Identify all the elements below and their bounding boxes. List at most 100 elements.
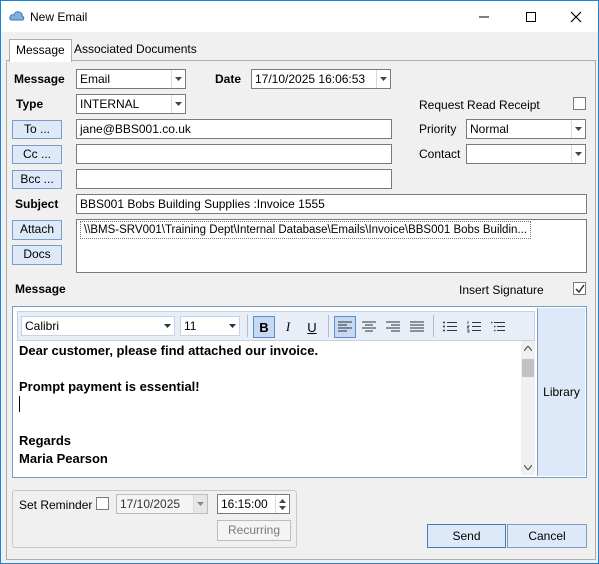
minimize-icon: [479, 16, 489, 17]
close-button[interactable]: [553, 1, 599, 32]
message-body[interactable]: Dear customer, please find attached our …: [17, 341, 520, 475]
indent-list-button[interactable]: [487, 316, 509, 338]
bullet-list-icon: [443, 321, 457, 332]
read-receipt-label: Request Read Receipt: [419, 98, 540, 112]
insert-signature-label: Insert Signature: [459, 283, 544, 297]
contact-select[interactable]: [466, 144, 586, 164]
numbered-list-icon: [467, 321, 481, 333]
title-bar: New Email: [1, 1, 598, 32]
tab-associated-documents[interactable]: Associated Documents: [68, 39, 203, 61]
cancel-button[interactable]: Cancel: [507, 524, 587, 548]
reminder-time-value: 16:15:00: [221, 497, 268, 511]
font-size-select[interactable]: 11: [180, 316, 240, 336]
priority-value: Normal: [470, 122, 509, 136]
align-right-button[interactable]: [382, 316, 404, 338]
bold-button[interactable]: B: [253, 316, 275, 338]
minimize-button[interactable]: [461, 1, 507, 32]
checkmark-icon: [574, 284, 585, 293]
close-icon: [570, 11, 582, 22]
set-reminder-label: Set Reminder: [19, 498, 93, 512]
message-line: Maria Pearson: [19, 451, 108, 466]
font-name-value: Calibri: [25, 319, 60, 333]
justify-icon: [410, 321, 424, 332]
window-title: New Email: [30, 10, 88, 24]
toolbar-divider: [433, 315, 434, 337]
underline-icon: U: [307, 319, 317, 335]
bcc-field[interactable]: [76, 169, 392, 189]
date-label: Date: [215, 72, 242, 86]
toolbar-divider: [328, 315, 329, 337]
justify-button[interactable]: [406, 316, 428, 338]
maximize-icon: [526, 11, 536, 22]
email-window: New Email Message Associated Documents M…: [0, 0, 599, 564]
message-line: [19, 360, 520, 378]
contact-label: Contact: [419, 147, 461, 161]
scroll-up-icon[interactable]: [524, 346, 532, 351]
reminder-date-value: 17/10/2025: [120, 497, 181, 511]
message-editor: Calibri 11 B I U Dear customer, please f…: [12, 306, 587, 478]
text-cursor: [19, 396, 20, 412]
align-center-icon: [362, 321, 376, 332]
date-picker[interactable]: 17/10/2025 16:06:53: [251, 69, 391, 89]
send-button[interactable]: Send: [427, 524, 506, 548]
type-value: INTERNAL: [80, 97, 140, 111]
to-button[interactable]: To ...: [12, 120, 62, 139]
message-line: Dear customer, please find attached our …: [19, 343, 319, 358]
bold-icon: B: [259, 319, 269, 335]
message-line: Regards: [19, 433, 72, 448]
tab-message[interactable]: Message: [9, 39, 72, 62]
reminder-time-stepper[interactable]: 16:15:00: [217, 494, 290, 514]
chevron-down-icon: [376, 70, 390, 88]
scroll-thumb[interactable]: [522, 359, 534, 377]
align-center-button[interactable]: [358, 316, 380, 338]
chevron-down-icon: [225, 317, 239, 335]
priority-label: Priority: [419, 122, 457, 136]
library-button[interactable]: Library: [537, 308, 585, 476]
underline-button[interactable]: U: [301, 316, 323, 338]
scroll-down-icon[interactable]: [524, 465, 532, 470]
font-name-select[interactable]: Calibri: [21, 316, 175, 336]
insert-signature-checkbox[interactable]: [573, 282, 586, 295]
attachment-item[interactable]: \\BMS-SRV001\Training Dept\Internal Data…: [80, 221, 531, 239]
read-receipt-checkbox[interactable]: [573, 97, 586, 110]
subject-field[interactable]: BBS001 Bobs Building Supplies :Invoice 1…: [76, 194, 587, 214]
to-field[interactable]: jane@BBS001.co.uk: [76, 119, 392, 139]
chevron-down-icon: [160, 317, 174, 335]
chevron-down-icon: [571, 120, 585, 138]
editor-scrollbar[interactable]: [521, 341, 535, 475]
chevron-down-icon: [171, 95, 185, 113]
align-left-button[interactable]: [334, 316, 356, 338]
cc-field[interactable]: [76, 144, 392, 164]
message-type-select[interactable]: Email: [76, 69, 186, 89]
spin-arrows-icon[interactable]: [275, 495, 289, 513]
font-size-value: 11: [184, 319, 197, 333]
attach-button[interactable]: Attach: [12, 220, 62, 240]
type-select[interactable]: INTERNAL: [76, 94, 186, 114]
numbered-list-button[interactable]: [463, 316, 485, 338]
docs-button[interactable]: Docs: [12, 245, 62, 265]
recurring-button[interactable]: Recurring: [217, 520, 291, 541]
indent-list-icon: [491, 321, 505, 332]
bcc-button[interactable]: Bcc ...: [12, 170, 62, 189]
italic-button[interactable]: I: [277, 316, 299, 338]
reminder-date-picker[interactable]: 17/10/2025: [116, 494, 208, 514]
message-line: [19, 396, 520, 414]
attachments-list[interactable]: \\BMS-SRV001\Training Dept\Internal Data…: [76, 219, 587, 273]
message-type-label: Message: [14, 72, 65, 86]
set-reminder-checkbox[interactable]: [96, 497, 109, 510]
date-value: 17/10/2025 16:06:53: [255, 72, 366, 86]
chevron-down-icon: [571, 145, 585, 163]
priority-select[interactable]: Normal: [466, 119, 586, 139]
align-right-icon: [386, 321, 400, 332]
cloud-icon: [9, 10, 25, 25]
italic-icon: I: [285, 319, 291, 334]
type-label: Type: [16, 97, 44, 111]
maximize-button[interactable]: [508, 1, 554, 32]
message-line: [19, 414, 520, 432]
message-line: Prompt payment is essential!: [19, 379, 200, 394]
cc-button[interactable]: Cc ...: [12, 145, 62, 164]
subject-label: Subject: [15, 197, 59, 211]
bullet-list-button[interactable]: [439, 316, 461, 338]
format-toolbar: Calibri 11 B I U: [17, 311, 535, 341]
message-type-value: Email: [80, 72, 111, 86]
